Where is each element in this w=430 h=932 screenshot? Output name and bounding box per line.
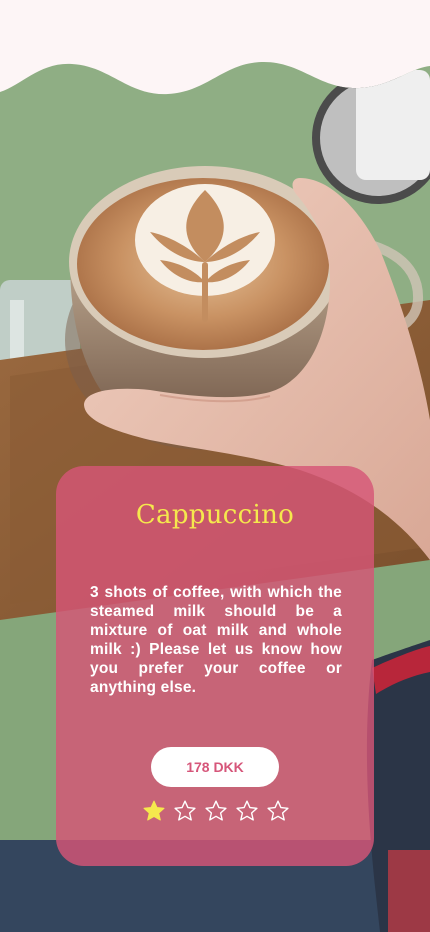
star-outline-icon[interactable] [204,799,228,823]
product-screen: Cappuccino 3 shots of coffee, with which… [0,0,430,932]
star-outline-icon[interactable] [173,799,197,823]
product-description: 3 shots of coffee, with which the steame… [90,584,342,696]
price-button[interactable]: 178 DKK [151,747,279,787]
product-card: Cappuccino 3 shots of coffee, with which… [56,466,374,866]
star-outline-icon[interactable] [266,799,290,823]
star-filled-icon[interactable] [142,799,166,823]
product-title: Cappuccino [135,500,295,530]
star-outline-icon[interactable] [235,799,259,823]
rating-stars [142,799,290,823]
